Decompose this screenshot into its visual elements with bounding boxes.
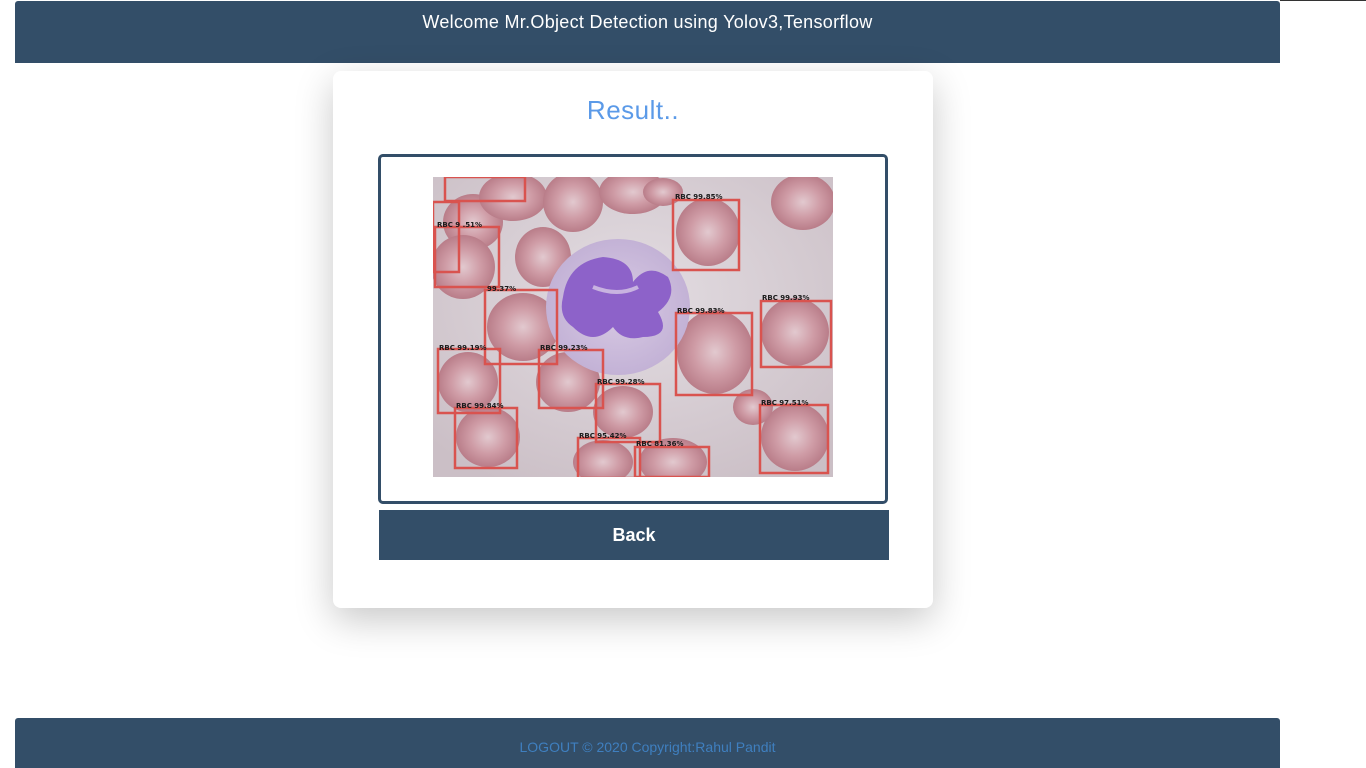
detection-label: RBC 99.19%: [439, 344, 486, 352]
page-header: Welcome Mr.Object Detection using Yolov3…: [15, 1, 1280, 63]
detection-label: RBC 99.83%: [677, 307, 724, 315]
detection-label: RBC 81.36%: [636, 440, 683, 448]
detection-label: RBC 99.84%: [456, 402, 503, 410]
result-image: RBC 99.85% RBC 9 .51% 99.37% RBC 99.83% …: [433, 177, 833, 477]
detection-label: RBC 97.51%: [761, 399, 808, 407]
detection-label: RBC 9 .51%: [437, 221, 482, 229]
copyright-text: © 2020 Copyright:Rahul Pandit: [578, 739, 776, 755]
page-footer: LOGOUT © 2020 Copyright:Rahul Pandit: [15, 718, 1280, 768]
result-title: Result..: [586, 95, 680, 125]
detection-image-svg: RBC 99.85% RBC 9 .51% 99.37% RBC 99.83% …: [433, 177, 833, 477]
result-card: Result.. RBC 99.85% RBC 9 .51% 99.37% RB…: [333, 71, 933, 608]
detection-label: RBC 99.23%: [540, 344, 587, 352]
footer-text: LOGOUT © 2020 Copyright:Rahul Pandit: [15, 739, 1280, 755]
top-divider: [1280, 0, 1366, 1]
detection-label: 99.37%: [487, 285, 516, 293]
result-image-frame: RBC 99.85% RBC 9 .51% 99.37% RBC 99.83% …: [378, 154, 888, 504]
back-button[interactable]: Back: [379, 510, 889, 560]
header-title: Welcome Mr.Object Detection using Yolov3…: [422, 12, 873, 32]
wbc-cell: [546, 239, 690, 375]
detection-label: RBC 99.85%: [675, 193, 722, 201]
detection-label: RBC 95.42%: [579, 432, 626, 440]
detection-label: RBC 99.93%: [762, 294, 809, 302]
detection-label: RBC 99.28%: [597, 378, 644, 386]
logout-link[interactable]: LOGOUT: [520, 739, 579, 755]
